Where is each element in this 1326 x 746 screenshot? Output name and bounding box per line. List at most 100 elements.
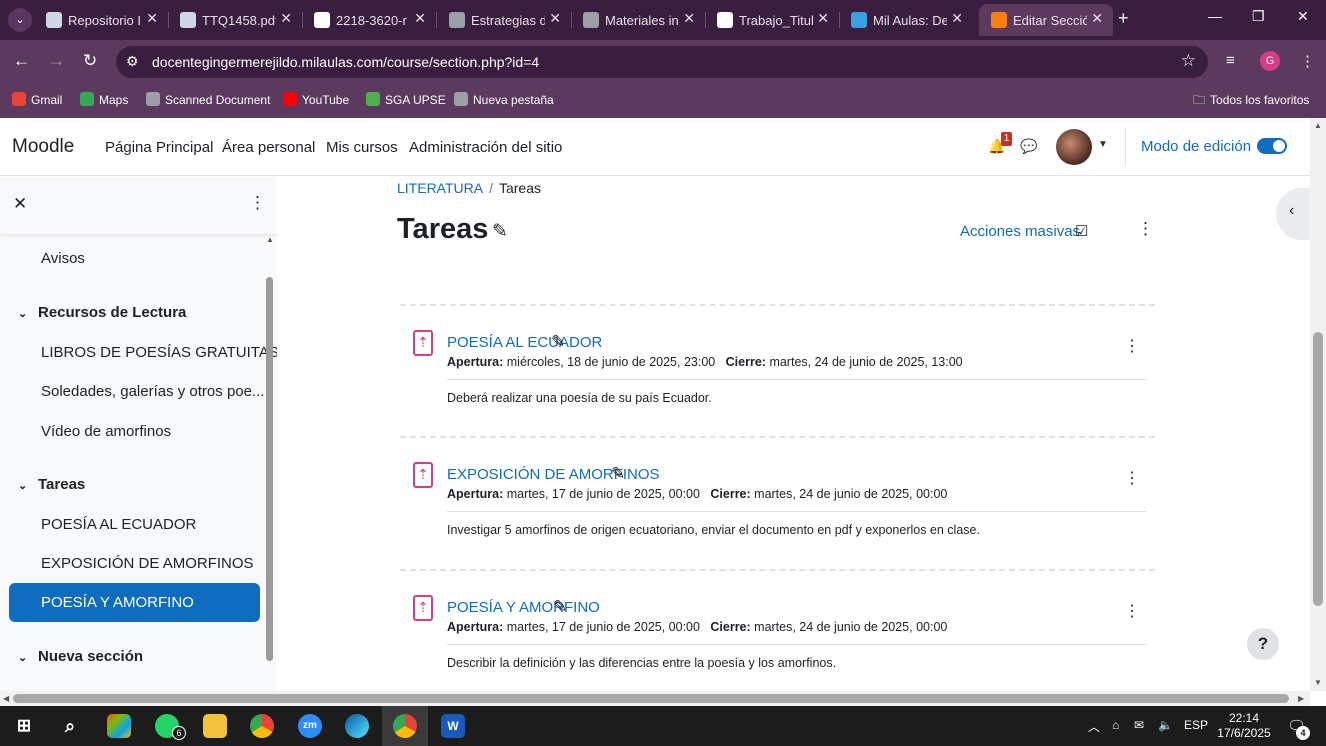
tab-search-chevron-icon[interactable]: ⌄ [8, 8, 32, 32]
bookmark-item[interactable]: Scanned Document [146, 90, 270, 110]
back-arrow-icon[interactable]: ← [13, 51, 30, 71]
page-horizontal-scrollbar[interactable]: ◀ ▶ [0, 691, 1310, 706]
edit-mode-toggle[interactable] [1257, 138, 1287, 154]
browser-tab[interactable]: Estrategias d ✕ [437, 4, 572, 36]
browser-tab[interactable]: Mil Aulas: De ✕ [839, 4, 973, 36]
nav-my-courses[interactable]: Mis cursos [326, 139, 398, 156]
activity-options-kebab-icon[interactable]: ⋮ [1124, 336, 1140, 356]
drawer-section[interactable]: ⌄ Recursos de Lectura [18, 304, 186, 321]
file-explorer-folder-icon[interactable] [203, 714, 227, 738]
bookmark-item[interactable]: Nueva pestaña [454, 90, 554, 110]
horizontal-scroll-thumb[interactable] [13, 694, 1289, 703]
scroll-up-arrow-icon[interactable]: ▲ [1314, 121, 1322, 130]
tray-chevron-up-icon[interactable]: ︿ [1088, 718, 1100, 735]
language-indicator[interactable]: ESP [1184, 718, 1208, 732]
nav-home[interactable]: Página Principal [105, 139, 213, 156]
address-bar[interactable]: ⚙ docentegingermerejildo.milaulas.com/co… [116, 46, 1208, 78]
forward-arrow-icon[interactable]: → [48, 51, 65, 71]
browser-tab[interactable]: 2218-3620-r ✕ [302, 4, 437, 36]
edit-activity-pencil-icon[interactable]: ✎ [551, 332, 565, 352]
drawer-options-kebab-icon[interactable]: ⋮ [249, 193, 266, 213]
start-windows-icon[interactable]: ⊞ [12, 714, 36, 738]
drawer-scroll-up-icon[interactable]: ▲ [266, 235, 274, 244]
drawer-section[interactable]: ⌄ Nueva sección [18, 648, 143, 665]
network-icon[interactable]: ⌂ [1112, 718, 1119, 732]
edge-icon[interactable] [345, 714, 369, 738]
user-avatar[interactable] [1056, 129, 1092, 165]
activity-name-link[interactable]: POESÍA Y AMORFINO [447, 599, 600, 616]
drawer-scrollbar[interactable] [266, 277, 273, 661]
reload-icon[interactable]: ↻ [83, 51, 97, 71]
user-menu-chevron-icon[interactable]: ▼ [1098, 139, 1108, 150]
bulk-actions-link[interactable]: Acciones masivas [960, 223, 1080, 240]
vertical-scroll-thumb[interactable] [1313, 332, 1323, 606]
browser-tab[interactable]: Editar Secció ✕ [979, 4, 1113, 36]
tab-close-icon[interactable]: ✕ [280, 10, 292, 27]
site-settings-icon[interactable]: ⚙ [126, 53, 139, 70]
drawer-item-active[interactable]: POESÍA Y AMORFINO [9, 583, 260, 622]
breadcrumb-course-link[interactable]: LITERATURA [397, 180, 483, 196]
activity-name-link[interactable]: EXPOSICIÓN DE AMORFINOS [447, 466, 660, 483]
drawer-item[interactable]: Vídeo de amorfinos [41, 423, 171, 440]
bookmark-item[interactable]: YouTube [283, 90, 349, 110]
drawer-item[interactable]: LIBROS DE POESÍAS GRATUITAS [41, 344, 277, 361]
drawer-section[interactable]: ⌄ Tareas [18, 476, 85, 493]
bookmark-item[interactable]: SGA UPSE [366, 90, 446, 110]
browser-tab[interactable]: Materiales in ✕ [571, 4, 706, 36]
scroll-left-arrow-icon[interactable]: ◀ [3, 694, 9, 703]
activity-options-kebab-icon[interactable]: ⋮ [1124, 601, 1140, 621]
new-tab-plus-icon[interactable]: + [1118, 8, 1129, 29]
scroll-down-arrow-icon[interactable]: ▼ [1314, 678, 1322, 687]
page-vertical-scrollbar[interactable]: ▲ ▼ [1310, 118, 1326, 691]
word-icon[interactable]: W [441, 714, 465, 738]
drawer-item[interactable]: Soledades, galerías y otros poe... [41, 383, 264, 400]
drawer-item[interactable]: EXPOSICIÓN DE AMORFINOS [41, 555, 254, 572]
help-button[interactable]: ? [1247, 628, 1279, 660]
edit-activity-pencil-icon[interactable]: ✎ [553, 597, 567, 617]
site-brand[interactable]: Moodle [12, 136, 74, 158]
edit-title-pencil-icon[interactable]: ✎ [492, 220, 508, 243]
tab-close-icon[interactable]: ✕ [1091, 10, 1103, 27]
copilot-icon[interactable] [107, 714, 131, 738]
drawer-item[interactable]: POESÍA AL ECUADOR [41, 516, 196, 533]
tab-close-icon[interactable]: ✕ [414, 10, 426, 27]
drawer-item[interactable]: Avisos [41, 250, 85, 267]
bulk-edit-checkbox-icon[interactable]: ☑ [1075, 222, 1088, 240]
browser-tab[interactable]: Trabajo_Titul ✕ [705, 4, 840, 36]
tab-close-icon[interactable]: ✕ [951, 10, 963, 27]
activity-name-link[interactable]: POESÍA AL ECUADOR [447, 334, 602, 351]
chrome-icon[interactable] [250, 714, 274, 738]
input-method-icon[interactable]: ✉ [1134, 718, 1144, 732]
collapse-chevron-icon[interactable]: ⌄ [18, 307, 32, 320]
nav-site-admin[interactable]: Administración del sitio [409, 139, 562, 156]
edit-activity-pencil-icon[interactable]: ✎ [611, 464, 625, 484]
section-options-kebab-icon[interactable]: ⋮ [1137, 219, 1154, 239]
tab-close-icon[interactable]: ✕ [817, 10, 829, 27]
nav-dashboard[interactable]: Área personal [222, 139, 315, 156]
profile-avatar[interactable]: G [1260, 51, 1280, 71]
bookmark-star-icon[interactable]: ☆ [1181, 51, 1196, 71]
clock[interactable]: 22:14 17/6/2025 [1212, 711, 1276, 741]
bookmark-item[interactable]: Gmail [12, 90, 62, 110]
window-minimize-icon[interactable]: — [1208, 8, 1222, 24]
tab-close-icon[interactable]: ✕ [549, 10, 561, 27]
browser-menu-kebab-icon[interactable]: ⋮ [1300, 52, 1315, 70]
search-icon[interactable]: ⌕ [58, 714, 82, 738]
window-restore-icon[interactable]: ❐ [1252, 8, 1265, 25]
volume-icon[interactable]: 🔈 [1158, 718, 1173, 732]
close-drawer-icon[interactable]: ✕ [13, 194, 27, 214]
chrome-profile-icon[interactable] [393, 714, 417, 738]
messages-chat-icon[interactable]: 💬 [1020, 138, 1037, 155]
bookmark-item[interactable]: Maps [80, 90, 128, 110]
activity-options-kebab-icon[interactable]: ⋮ [1124, 468, 1140, 488]
scroll-right-arrow-icon[interactable]: ▶ [1298, 694, 1304, 703]
collapse-chevron-icon[interactable]: ⌄ [18, 651, 32, 664]
tab-close-icon[interactable]: ✕ [683, 10, 695, 27]
collapse-chevron-icon[interactable]: ⌄ [18, 479, 32, 492]
tab-close-icon[interactable]: ✕ [146, 10, 158, 27]
window-close-icon[interactable]: ✕ [1297, 8, 1309, 25]
browser-tab[interactable]: TTQ1458.pdf ✕ [168, 4, 303, 36]
all-bookmarks-folder[interactable]: 🗀 Todos los favoritos [1193, 90, 1309, 110]
zoom-icon[interactable]: zm [298, 714, 322, 738]
browser-tab[interactable]: Repositorio I ✕ [34, 4, 169, 36]
